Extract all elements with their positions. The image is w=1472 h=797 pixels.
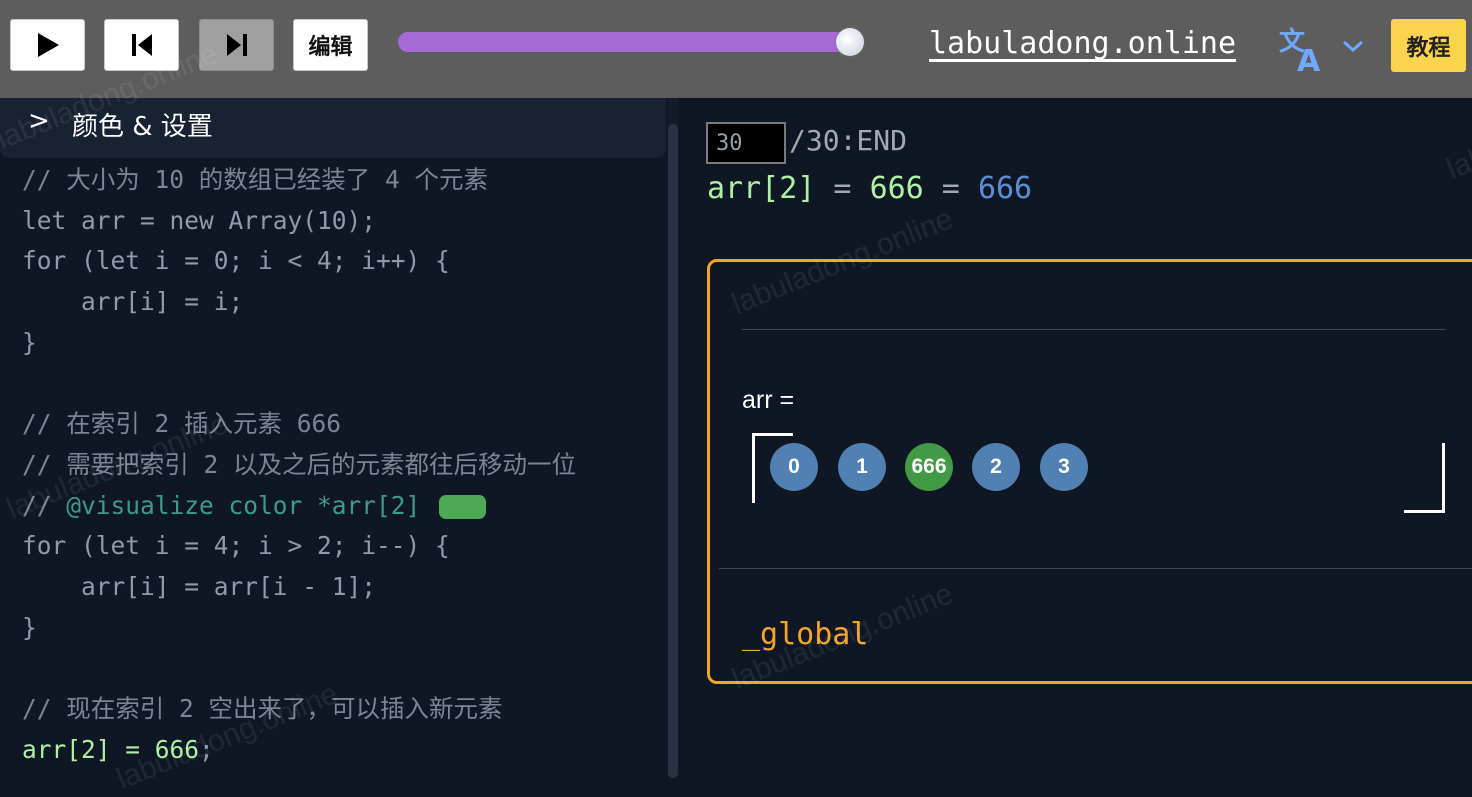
skip-forward-icon bbox=[226, 34, 247, 56]
edit-button-label: 编辑 bbox=[308, 35, 353, 60]
array-element[interactable]: 0 bbox=[770, 443, 818, 491]
tutorial-button[interactable]: 教程 bbox=[1391, 19, 1466, 72]
step-input[interactable] bbox=[706, 122, 786, 164]
step-slider-track[interactable] bbox=[398, 32, 850, 52]
color-chip[interactable] bbox=[439, 494, 487, 519]
step-total: /30:END bbox=[789, 124, 908, 157]
code-editor[interactable]: // 大小为 10 的数组已经装了 4 个元素 let arr = new Ar… bbox=[22, 160, 576, 770]
code-line: // 现在索引 2 空出来了，可以插入新元素 bbox=[22, 693, 503, 723]
array-element[interactable]: 2 bbox=[972, 443, 1020, 491]
play-button[interactable] bbox=[10, 19, 85, 71]
code-line: } bbox=[22, 327, 37, 357]
code-line: // 在索引 2 插入元素 666 bbox=[22, 409, 342, 439]
chevron-right-icon: > bbox=[28, 106, 50, 136]
array-bracket-right bbox=[1404, 443, 1445, 513]
step-slider-knob[interactable] bbox=[836, 28, 864, 56]
code-scrollbar[interactable] bbox=[668, 124, 678, 778]
divider bbox=[742, 329, 1446, 330]
translate-icon[interactable]: 文 A bbox=[1277, 24, 1329, 79]
code-line-current: arr[2] = 666; bbox=[22, 730, 576, 771]
code-line: } bbox=[22, 612, 37, 642]
array-variable-label: arr = bbox=[742, 386, 795, 414]
code-line: // 需要把索引 2 以及之后的元素都往后移动一位 bbox=[22, 449, 576, 479]
settings-label: 颜色 & 设置 bbox=[72, 112, 213, 142]
chevron-down-icon[interactable] bbox=[1341, 38, 1365, 58]
expression-code: arr[2] bbox=[707, 171, 816, 206]
scope-label: _global bbox=[742, 617, 869, 652]
current-statement: arr[2] = 666 bbox=[22, 734, 200, 764]
site-link[interactable]: labuladong.online bbox=[929, 26, 1236, 61]
svg-text:A: A bbox=[1297, 44, 1321, 74]
play-icon bbox=[37, 33, 59, 57]
toolbar: 编辑 labuladong.online 文 A 教程 bbox=[0, 0, 1472, 98]
divider bbox=[719, 568, 1472, 569]
array-element[interactable]: 3 bbox=[1040, 443, 1088, 491]
code-line: arr[i] = i; bbox=[22, 287, 244, 317]
expression-result: 666 bbox=[977, 171, 1033, 206]
expression-equals: = bbox=[923, 171, 978, 206]
comment-prefix: // bbox=[22, 490, 67, 520]
code-line: for (let i = 0; i < 4; i++) { bbox=[22, 246, 450, 276]
expression-value: 666 bbox=[869, 171, 924, 206]
skip-back-icon bbox=[131, 34, 152, 56]
visualize-directive: @visualize color *arr[2] bbox=[66, 490, 421, 520]
code-line: let arr = new Array(10); bbox=[22, 205, 377, 235]
step-forward-button[interactable] bbox=[199, 19, 274, 71]
array-element[interactable]: 1 bbox=[838, 443, 886, 491]
settings-toggle[interactable]: > 颜色 & 设置 bbox=[0, 98, 666, 158]
edit-button[interactable]: 编辑 bbox=[293, 19, 368, 71]
expression-equals: = bbox=[815, 171, 870, 206]
code-line-visualize: // @visualize color *arr[2] bbox=[22, 486, 576, 527]
code-line: // 大小为 10 的数组已经装了 4 个元素 bbox=[22, 165, 489, 194]
array-element-highlighted[interactable]: 666 bbox=[905, 443, 953, 491]
code-line: for (let i = 4; i > 2; i--) { bbox=[22, 531, 450, 561]
step-back-button[interactable] bbox=[104, 19, 179, 71]
current-expression: arr[2] = 666 = 666 bbox=[707, 171, 1032, 206]
code-line: arr[i] = arr[i - 1]; bbox=[22, 571, 377, 601]
statement-semicolon: ; bbox=[199, 734, 214, 764]
